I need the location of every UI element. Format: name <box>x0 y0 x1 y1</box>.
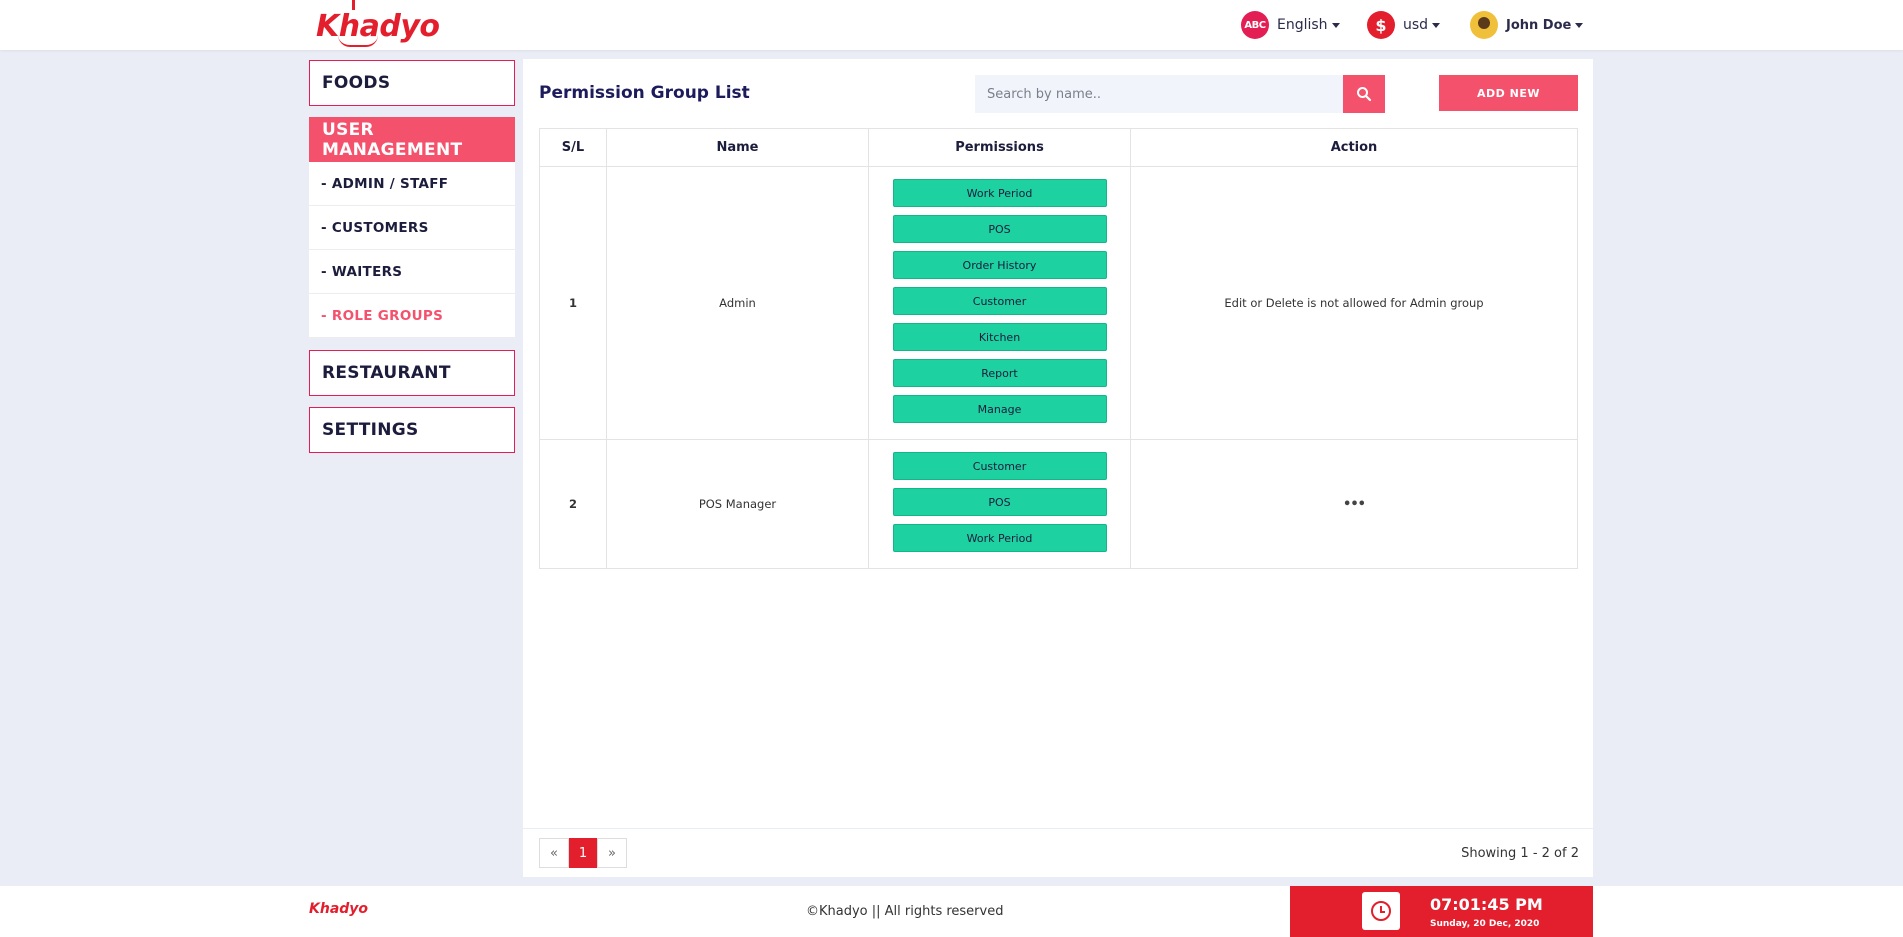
khadyo-logo[interactable]: Khadyo <box>316 0 440 47</box>
search-button[interactable] <box>1343 75 1385 113</box>
currency-dropdown[interactable]: $ usd <box>1367 11 1441 39</box>
search-input[interactable] <box>975 75 1343 113</box>
permission-badge: Report <box>892 359 1107 387</box>
sidebar-section-restaurant[interactable]: RESTAURANT <box>309 350 515 396</box>
table-row: 2 POS Manager Customer POS Work Period •… <box>539 439 1578 569</box>
user-dropdown[interactable]: John Doe <box>1470 11 1584 39</box>
sidebar-section-foods[interactable]: FOODS <box>309 60 515 106</box>
permission-badge: Work Period <box>892 524 1107 552</box>
row-action-note: Edit or Delete is not allowed for Admin … <box>1130 166 1578 440</box>
dollar-icon: $ <box>1367 11 1395 39</box>
search-icon <box>1357 87 1372 102</box>
column-header-permissions: Permissions <box>868 128 1131 167</box>
caret-down-icon <box>1331 22 1340 28</box>
permission-badge: Customer <box>892 287 1107 315</box>
clock-date: Sunday, 20 Dec, 2020 <box>1430 919 1540 929</box>
clock-widget: 07:01:45 PM Sunday, 20 Dec, 2020 <box>1290 886 1593 937</box>
logo-smile-icon <box>338 35 378 47</box>
currency-label: usd <box>1403 17 1429 33</box>
permission-group-table: S/L Name Permissions Action 1 Admin Work… <box>539 128 1578 569</box>
avatar <box>1470 11 1498 39</box>
permission-badge: POS <box>892 488 1107 516</box>
sidebar-item-waiters[interactable]: - WAITERS <box>309 250 515 294</box>
column-header-name: Name <box>606 128 869 167</box>
page-title: Permission Group List <box>539 83 750 103</box>
column-header-sl: S/L <box>539 128 607 167</box>
permission-badge: Order History <box>892 251 1107 279</box>
next-page-button[interactable]: » <box>597 838 627 868</box>
language-dropdown[interactable]: ABC English <box>1241 11 1340 39</box>
more-actions-icon[interactable]: ••• <box>1343 497 1366 512</box>
caret-down-icon <box>1575 22 1584 28</box>
row-permissions: Work Period POS Order History Customer K… <box>868 166 1131 440</box>
permission-badge: Kitchen <box>892 323 1107 351</box>
pagination: « 1 » <box>539 838 627 868</box>
pagination-bar: « 1 » Showing 1 - 2 of 2 <box>523 829 1593 877</box>
caret-down-icon <box>1432 22 1441 28</box>
row-name: POS Manager <box>606 439 869 569</box>
column-header-action: Action <box>1130 128 1578 167</box>
logo-text: Khadyo <box>316 9 440 44</box>
footer: Khadyo ©Khadyo || All rights reserved 07… <box>0 886 1903 937</box>
table-header-row: S/L Name Permissions Action <box>539 128 1578 167</box>
language-icon: ABC <box>1241 11 1269 39</box>
permission-badge: Work Period <box>892 179 1107 207</box>
showing-count: Showing 1 - 2 of 2 <box>1461 846 1579 861</box>
page-button-1[interactable]: 1 <box>569 838 597 868</box>
row-permissions: Customer POS Work Period <box>868 439 1131 569</box>
main-panel: Permission Group List ADD NEW S/L Name P… <box>523 59 1593 828</box>
clock-icon <box>1362 892 1400 930</box>
clock-time: 07:01:45 PM <box>1430 895 1543 914</box>
top-header: Khadyo ABC English $ usd John Doe <box>0 0 1903 50</box>
table-row: 1 Admin Work Period POS Order History Cu… <box>539 166 1578 440</box>
row-name: Admin <box>606 166 869 440</box>
row-action-cell: ••• <box>1130 439 1578 569</box>
footer-logo: Khadyo <box>309 901 369 917</box>
row-sl: 2 <box>539 439 607 569</box>
sidebar-item-role-groups[interactable]: - ROLE GROUPS <box>309 294 515 338</box>
permission-badge: POS <box>892 215 1107 243</box>
sidebar-item-customers[interactable]: - CUSTOMERS <box>309 206 515 250</box>
search-bar <box>975 75 1385 113</box>
permission-badge: Customer <box>892 452 1107 480</box>
user-name: John Doe <box>1506 17 1572 33</box>
prev-page-button[interactable]: « <box>539 838 569 868</box>
language-label: English <box>1277 17 1328 33</box>
sidebar-section-settings[interactable]: SETTINGS <box>309 407 515 453</box>
permission-badge: Manage <box>892 395 1107 423</box>
sidebar-item-admin-staff[interactable]: - ADMIN / STAFF <box>309 162 515 206</box>
copyright-text: ©Khadyo || All rights reserved <box>806 904 1004 919</box>
sidebar-submenu: - ADMIN / STAFF - CUSTOMERS - WAITERS - … <box>309 162 515 338</box>
add-new-button[interactable]: ADD NEW <box>1439 75 1578 111</box>
sidebar-section-user-management[interactable]: USER MANAGEMENT <box>309 117 515 163</box>
row-sl: 1 <box>539 166 607 440</box>
